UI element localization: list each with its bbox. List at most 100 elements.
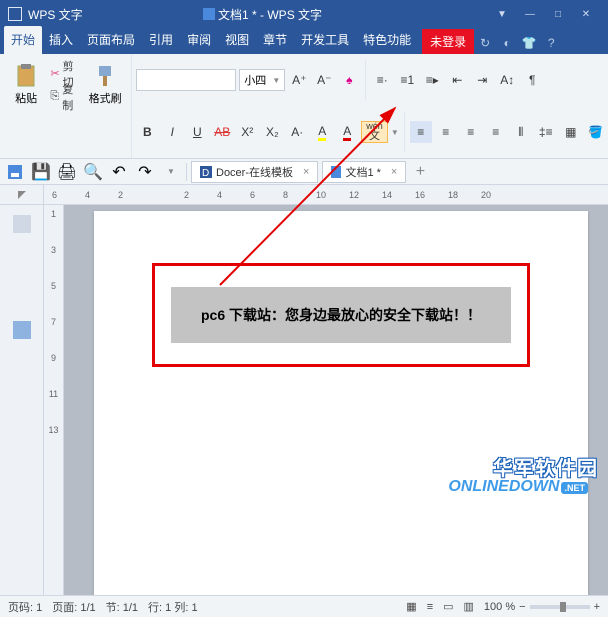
- align-justify-button[interactable]: ≡: [485, 121, 507, 143]
- close-button[interactable]: ✕: [572, 3, 600, 25]
- bold-button[interactable]: B: [136, 121, 158, 143]
- numbering-button[interactable]: ≡1: [396, 69, 418, 91]
- font-effect-button[interactable]: A·: [286, 121, 308, 143]
- dropdown-icon[interactable]: ▼: [488, 3, 516, 25]
- doc-title: 文档1 * - WPS 文字: [203, 6, 322, 23]
- view-mode-icon[interactable]: ≡: [427, 601, 433, 613]
- menu-reference[interactable]: 引用: [142, 26, 180, 54]
- hanzi-label: 文: [369, 131, 380, 142]
- print-button[interactable]: 🖨: [56, 161, 78, 183]
- save-as-button[interactable]: 💾: [30, 161, 52, 183]
- nav-icon[interactable]: [13, 321, 31, 339]
- copy-button[interactable]: ⎘ 复制: [47, 86, 84, 108]
- fill-button[interactable]: 🪣: [585, 121, 607, 143]
- skin-icon[interactable]: ◐: [496, 32, 518, 54]
- shrink-font-button[interactable]: A⁻: [313, 69, 335, 91]
- underline-button[interactable]: U: [186, 121, 208, 143]
- menu-start[interactable]: 开始: [4, 26, 42, 54]
- format-painter-button[interactable]: 格式刷: [87, 60, 123, 110]
- clear-format-button[interactable]: ♠: [338, 69, 360, 91]
- line-spacing-button[interactable]: ‡≡: [535, 121, 557, 143]
- nav-pane: [0, 205, 44, 595]
- view-mode-icon[interactable]: ▦: [406, 600, 416, 613]
- login-button[interactable]: 未登录: [422, 29, 474, 54]
- zoom-control[interactable]: 100 % − +: [484, 601, 600, 613]
- status-position[interactable]: 行: 1 列: 1: [148, 599, 198, 615]
- menu-review[interactable]: 审阅: [180, 26, 218, 54]
- distribute-button[interactable]: ⫴: [510, 121, 532, 143]
- status-page[interactable]: 页码: 1: [8, 599, 42, 615]
- highlight-box: pc6 下载站：您身边最放心的安全下载站！！: [152, 263, 530, 367]
- grow-font-button[interactable]: A⁺: [288, 69, 310, 91]
- close-icon[interactable]: ×: [391, 166, 397, 178]
- save-button[interactable]: [4, 161, 26, 183]
- print-preview-button[interactable]: 🔍: [82, 161, 104, 183]
- status-pagetotal[interactable]: 页面: 1/1: [52, 599, 95, 615]
- text-direction-button[interactable]: A↕: [496, 69, 518, 91]
- align-right-button[interactable]: ≡: [460, 121, 482, 143]
- font-family-select[interactable]: [136, 69, 236, 91]
- menu-devtools[interactable]: 开发工具: [294, 26, 356, 54]
- format-painter-label: 格式刷: [89, 90, 122, 106]
- qat-dropdown[interactable]: ▼: [160, 161, 182, 183]
- sync-icon[interactable]: ↻: [474, 32, 496, 54]
- statusbar: 页码: 1 页面: 1/1 节: 1/1 行: 1 列: 1 ▦ ≡ ▭ ▥ 1…: [0, 595, 608, 617]
- bullets-button[interactable]: ≡·: [371, 69, 393, 91]
- minimize-button[interactable]: —: [516, 3, 544, 25]
- zoom-in-button[interactable]: +: [594, 601, 600, 613]
- page[interactable]: pc6 下载站：您身边最放心的安全下载站！！: [94, 211, 588, 595]
- shirt-icon[interactable]: 👕: [518, 32, 540, 54]
- help-icon[interactable]: ?: [540, 32, 562, 54]
- highlight-button[interactable]: A: [311, 121, 333, 143]
- zoom-out-button[interactable]: −: [519, 601, 525, 613]
- app-name: WPS 文字: [28, 6, 83, 23]
- ribbon: 粘贴 ✂ 剪切 ⎘ 复制 格式刷 小四▼ A⁺ A⁻ ♠ ≡· ≡1 ≡▸ ⇤ …: [0, 54, 608, 159]
- clipboard-group: 粘贴 ✂ 剪切 ⎘ 复制 格式刷: [0, 54, 132, 158]
- view-mode-icon[interactable]: ▭: [443, 600, 453, 613]
- watermark-logo: 华军软件园 ONLINEDOWN.NET: [428, 452, 598, 512]
- paste-button[interactable]: 粘贴: [8, 60, 44, 110]
- tab-document[interactable]: 文档1 *×: [322, 161, 406, 183]
- document-area[interactable]: pc6 下载站：您身边最放心的安全下载站！！: [64, 205, 608, 595]
- menu-layout[interactable]: 页面布局: [80, 26, 142, 54]
- zoom-slider[interactable]: [530, 605, 590, 609]
- menubar: 开始 插入 页面布局 引用 审阅 视图 章节 开发工具 特色功能 未登录 ↻ ◐…: [0, 28, 608, 54]
- align-center-button[interactable]: ≡: [435, 121, 457, 143]
- vertical-ruler[interactable]: 135791113: [44, 205, 64, 595]
- show-marks-button[interactable]: ¶: [521, 69, 543, 91]
- brush-icon: [93, 64, 117, 88]
- ruler-corner[interactable]: [0, 185, 44, 204]
- italic-button[interactable]: I: [161, 121, 183, 143]
- shading-button[interactable]: ▦: [560, 121, 582, 143]
- font-size-select[interactable]: 小四▼: [239, 69, 285, 91]
- app-icon: [8, 7, 22, 21]
- paste-icon: [14, 64, 38, 88]
- tab-docer[interactable]: DDocer-在线模板×: [191, 161, 318, 183]
- status-section[interactable]: 节: 1/1: [106, 599, 138, 615]
- pinyin-guide-button[interactable]: wén 文: [361, 121, 388, 143]
- strike-button[interactable]: AB: [211, 121, 233, 143]
- close-icon[interactable]: ×: [303, 166, 309, 178]
- subscript-button[interactable]: X₂: [261, 121, 283, 143]
- increase-indent-button[interactable]: ⇥: [471, 69, 493, 91]
- nav-icon[interactable]: [13, 215, 31, 233]
- logo-text-cn: 华军软件园: [493, 452, 598, 481]
- view-mode-icon[interactable]: ▥: [464, 600, 474, 613]
- menu-chapter[interactable]: 章节: [256, 26, 294, 54]
- redo-button[interactable]: ↷: [134, 161, 156, 183]
- zoom-value: 100 %: [484, 601, 515, 613]
- menu-insert[interactable]: 插入: [42, 26, 80, 54]
- align-left-button[interactable]: ≡: [410, 121, 432, 143]
- font-color-button[interactable]: A: [336, 121, 358, 143]
- undo-button[interactable]: ↶: [108, 161, 130, 183]
- new-tab-button[interactable]: +: [410, 162, 430, 182]
- maximize-button[interactable]: □: [544, 3, 572, 25]
- menu-features[interactable]: 特色功能: [356, 26, 418, 54]
- ruler-marks[interactable]: 6422468101214161820: [44, 185, 608, 204]
- titlebar: WPS 文字 文档1 * - WPS 文字 ▼ — □ ✕: [0, 0, 608, 28]
- decrease-indent-button[interactable]: ⇤: [446, 69, 468, 91]
- superscript-button[interactable]: X²: [236, 121, 258, 143]
- multilevel-button[interactable]: ≡▸: [421, 69, 443, 91]
- document-text[interactable]: pc6 下载站：您身边最放心的安全下载站！！: [171, 287, 511, 343]
- menu-view[interactable]: 视图: [218, 26, 256, 54]
